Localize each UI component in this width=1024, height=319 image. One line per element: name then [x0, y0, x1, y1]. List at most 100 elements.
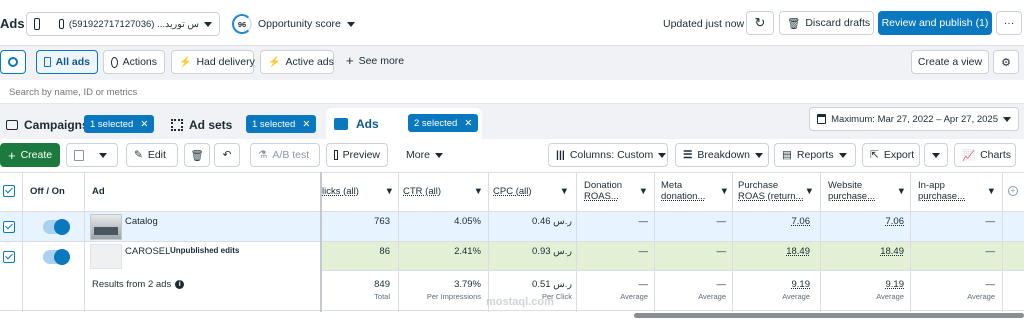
duplicate-button[interactable] [66, 143, 118, 167]
edit-button[interactable]: ✎ Edit [126, 143, 178, 167]
row-website[interactable]: 18.49 [880, 246, 904, 257]
row-ad-name[interactable]: CAROSEL [125, 246, 170, 257]
header-meta[interactable]: Meta donation... ▼ [661, 180, 729, 202]
column-divider [320, 172, 322, 312]
campaigns-selected-pill[interactable]: 1 selected ✕ [84, 115, 155, 133]
more-menu-button[interactable]: More [398, 143, 452, 167]
calendar-icon [817, 114, 827, 124]
header-clicks[interactable]: licks (all) ▼ [322, 186, 394, 197]
create-button[interactable]: + Create [0, 143, 60, 167]
info-icon[interactable]: i [175, 280, 185, 289]
more-dots-icon: ··· [1003, 17, 1015, 29]
pencil-icon: ✎ [134, 149, 143, 161]
more-label: More [406, 149, 430, 161]
horizontal-scrollbar[interactable] [634, 313, 1024, 318]
row-ad-name[interactable]: Catalog [125, 216, 158, 227]
row-toggle[interactable] [43, 249, 70, 265]
account-icon [34, 18, 41, 30]
add-column-icon[interactable]: + [1008, 186, 1018, 196]
watermark: mostaql.com [486, 296, 554, 308]
trash-icon: 🗑 [190, 149, 204, 162]
totals-clicks: 849 [374, 279, 390, 290]
totals-meta-sub: Average [698, 292, 726, 301]
filter-had-delivery[interactable]: ⚡ Had delivery [171, 50, 255, 74]
header-inapp-line1: In-app [918, 180, 945, 191]
row-purchase[interactable]: 18.49 [786, 246, 810, 257]
account-selector[interactable]: (591922717127036) ...س تورید [26, 12, 220, 36]
plus-icon: + [346, 53, 354, 68]
header-website[interactable]: Website purchase... ▼ [828, 180, 906, 202]
filter-active-ads[interactable]: ⚡ Active ads [260, 50, 334, 74]
header-ctr[interactable]: CTR (all) ▼ [403, 186, 483, 197]
header-onoff[interactable]: Off / On [30, 186, 65, 197]
row-toggle[interactable] [43, 219, 70, 235]
breakdown-label: Breakdown [697, 149, 750, 161]
close-icon[interactable]: ✕ [140, 119, 148, 130]
row-checkbox[interactable] [3, 221, 15, 233]
preview-label: Preview [342, 149, 380, 161]
score-ring: 96 [232, 14, 252, 34]
review-publish-button[interactable]: Review and publish (1) [878, 11, 992, 35]
opportunity-score[interactable]: 96 Opportunity score [232, 14, 355, 34]
header-inapp[interactable]: In-app purchase... ▼ [918, 180, 996, 202]
search-button[interactable] [0, 50, 26, 74]
all-ads-label: All ads [55, 56, 90, 68]
header-inapp-line2: purchase... [918, 191, 965, 202]
see-more-button[interactable]: + See more [346, 53, 404, 68]
more-options-button[interactable]: ··· [996, 11, 1022, 35]
row-website[interactable]: 7.06 [886, 216, 905, 227]
thumbnail-shelf [94, 227, 118, 235]
adsets-pill-label: 1 selected [252, 118, 296, 130]
undo-button[interactable]: ↶ [214, 143, 240, 167]
export-dropdown-button[interactable] [924, 143, 948, 167]
filter-all-ads[interactable]: All ads [36, 50, 98, 74]
tab-adsets-label: Ad sets [189, 118, 233, 132]
close-icon[interactable]: ✕ [464, 118, 472, 129]
totals-website-sub: Average [876, 292, 904, 301]
column-divider [910, 172, 911, 312]
reports-icon: ▤ [782, 149, 792, 161]
header-purchase[interactable]: Purchase ROAS (return... ▼ [738, 180, 814, 202]
totals-meta: — [716, 279, 727, 290]
header-cpc[interactable]: CPC (all) ▼ [493, 186, 569, 197]
sort-icon: ▼ [896, 186, 906, 197]
sort-icon: ▼ [638, 186, 648, 197]
storefront-icon [59, 19, 64, 29]
columns-button[interactable]: ||| Columns: Custom [548, 143, 668, 167]
unpublished-badge: Unpublished edits [170, 246, 240, 255]
filter-settings-button[interactable]: ⚙ [993, 50, 1019, 74]
filter-actions[interactable]: Actions [103, 50, 165, 74]
totals-inapp: — [985, 279, 996, 290]
preview-button[interactable]: Preview [326, 143, 388, 167]
refresh-button[interactable]: ↻ [746, 11, 774, 35]
close-icon[interactable]: ✕ [302, 119, 310, 130]
row-purchase[interactable]: 7.06 [792, 216, 811, 227]
create-view-button[interactable]: Create a view [911, 50, 989, 74]
ab-test-button[interactable]: ⚗ A/B test [250, 143, 320, 167]
breakdown-button[interactable]: ☰ Breakdown [675, 143, 769, 167]
search-bar[interactable] [0, 80, 1024, 104]
preview-icon [334, 150, 338, 160]
header-website-line1: Website [828, 180, 863, 191]
discard-drafts-button[interactable]: 🗑 Discard drafts [779, 11, 874, 35]
export-button[interactable]: ⇱ Export [862, 143, 920, 167]
search-input[interactable] [0, 80, 400, 104]
totals-purchase: 9.19 [791, 279, 811, 290]
header-donation[interactable]: Donation ROAS... ▼ [584, 180, 648, 202]
row-checkbox[interactable] [3, 251, 15, 263]
reports-button[interactable]: ▤ Reports [774, 143, 856, 167]
ads-selected-pill[interactable]: 2 selected ✕ [408, 114, 479, 132]
opportunity-label: Opportunity score [258, 18, 341, 30]
charts-button[interactable]: 📈 Charts [954, 143, 1016, 167]
chevron-down-icon [1003, 116, 1011, 122]
header-ad[interactable]: Ad [92, 186, 105, 197]
edit-label: Edit [147, 149, 166, 161]
totals-website: 9.19 [885, 279, 905, 290]
date-range-picker[interactable]: Maximum: Mar 27, 2022 – Apr 27, 2025 [809, 107, 1019, 131]
delete-button[interactable]: 🗑 [184, 143, 210, 167]
header-website-line2: purchase... [828, 191, 875, 202]
had-delivery-label: Had delivery [196, 56, 255, 68]
adsets-selected-pill[interactable]: 1 selected ✕ [246, 115, 317, 133]
breakdown-icon: ☰ [683, 149, 693, 161]
select-all-checkbox[interactable] [3, 185, 15, 197]
